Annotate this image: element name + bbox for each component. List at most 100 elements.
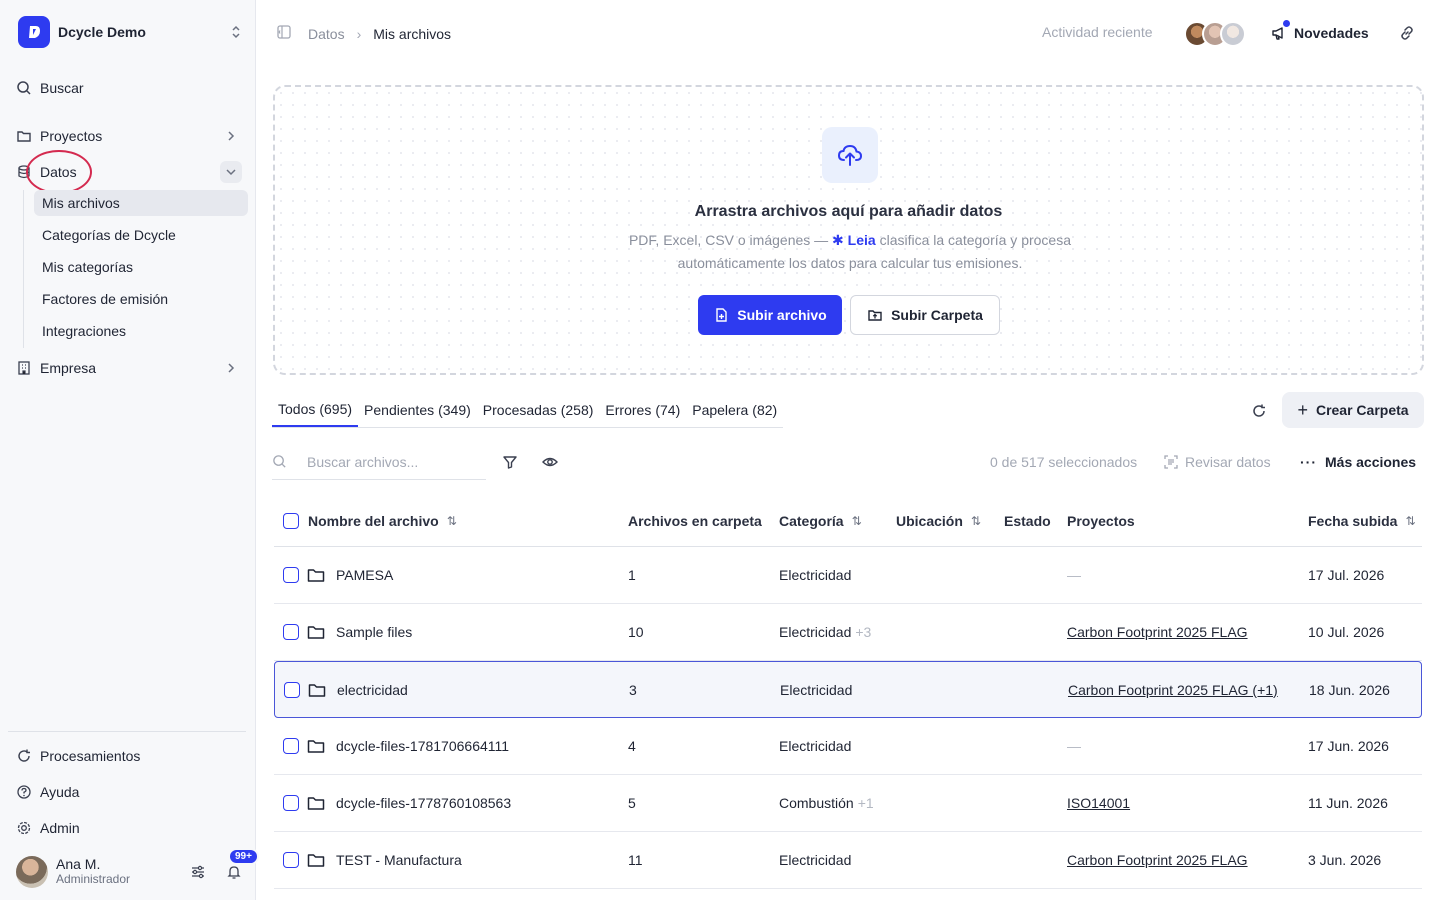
sidebar-item-empresa[interactable]: Empresa <box>14 354 246 382</box>
upload-date: 18 Jun. 2026 <box>1309 681 1390 698</box>
user-role: Administrador <box>56 872 131 886</box>
column-header-category[interactable]: Categoría ⇅ <box>779 496 862 546</box>
chevron-down-icon[interactable] <box>220 161 242 183</box>
file-name[interactable]: electricidad <box>337 662 408 717</box>
news-label: Novedades <box>1294 25 1369 41</box>
leia-sparkle-icon: ✱ <box>832 232 844 248</box>
column-label: Nombre del archivo <box>308 513 439 529</box>
breadcrumb-current: Mis archivos <box>373 25 452 42</box>
sidebar-item-label: Proyectos <box>40 128 103 144</box>
file-name[interactable]: Sample files <box>336 604 412 660</box>
sidebar-item-ayuda[interactable]: Ayuda <box>14 778 246 806</box>
file-name[interactable]: TEST - Manufactura <box>336 832 462 888</box>
chevron-right-icon[interactable] <box>220 357 242 379</box>
row-checkbox[interactable] <box>283 795 299 811</box>
new-indicator-dot <box>1283 20 1290 27</box>
tab-pendientes[interactable]: Pendientes (349) <box>358 392 477 427</box>
row-checkbox[interactable] <box>283 624 299 640</box>
category-cell: Combustión +1 <box>779 775 874 831</box>
chevron-right-icon[interactable] <box>220 125 242 147</box>
sidebar-item-label: Procesamientos <box>40 748 141 764</box>
filter-icon[interactable] <box>499 451 521 473</box>
file-name[interactable]: PAMESA <box>336 547 393 603</box>
upload-file-button[interactable]: Subir archivo <box>698 295 842 335</box>
workspace-switcher[interactable]: Dcycle Demo <box>18 16 246 48</box>
project-link[interactable]: Carbon Footprint 2025 FLAG (+1) <box>1068 662 1278 717</box>
project-link[interactable]: ISO14001 <box>1067 775 1130 831</box>
submenu-item-mis-categorias[interactable]: Mis categorías <box>34 254 248 280</box>
sort-icon: ⇅ <box>446 514 457 528</box>
tab-procesadas[interactable]: Procesadas (258) <box>477 392 600 427</box>
select-all-checkbox[interactable] <box>283 513 299 529</box>
category-label: Electricidad <box>779 738 852 754</box>
eye-icon[interactable] <box>539 451 561 473</box>
sidebar-item-search[interactable]: Buscar <box>14 74 246 102</box>
project-link[interactable]: Carbon Footprint 2025 FLAG <box>1067 604 1248 660</box>
column-header-count: Archivos en carpeta <box>628 513 762 529</box>
column-label: Fecha subida <box>1308 513 1398 529</box>
search-placeholder: Buscar archivos... <box>307 453 419 470</box>
sidebar-item-admin[interactable]: Admin <box>14 814 246 842</box>
file-count: 4 <box>628 738 636 754</box>
dcycle-logo-icon <box>18 16 50 48</box>
tab-todos[interactable]: Todos (695) <box>272 392 359 427</box>
sidebar: Dcycle Demo Buscar Proyectos Datos Mis a… <box>0 0 259 900</box>
search-input[interactable]: Buscar archivos... <box>272 444 486 480</box>
submenu-item-factores[interactable]: Factores de emisión <box>34 286 248 312</box>
sidebar-item-procesamientos[interactable]: Procesamientos <box>14 742 246 770</box>
sidebar-item-proyectos[interactable]: Proyectos <box>14 122 246 150</box>
breadcrumb-datos[interactable]: Datos <box>308 26 345 42</box>
tab-label: Papelera <box>692 401 749 418</box>
upload-folder-button[interactable]: Subir Carpeta <box>850 295 1000 335</box>
create-folder-button[interactable]: + Crear Carpeta <box>1282 392 1424 428</box>
submenu-item-categorias-dcycle[interactable]: Categorías de Dcycle <box>34 222 248 248</box>
submenu-item-integraciones[interactable]: Integraciones <box>34 318 248 344</box>
submenu-item-mis-archivos[interactable]: Mis archivos <box>34 190 248 216</box>
tab-papelera[interactable]: Papelera (82) <box>686 392 783 427</box>
settings-sliders-icon[interactable] <box>186 860 210 884</box>
table-row[interactable]: TEST - Manufactura 11 Electricidad Carbon F… <box>274 832 1422 889</box>
table-body: PAMESA 1 Electricidad — 17 Jul. 2026 Sample f… <box>274 547 1422 889</box>
table-row[interactable]: dcycle-files-1778760108563 5 Combustión +1 I… <box>274 775 1422 832</box>
row-checkbox[interactable] <box>283 567 299 583</box>
column-header-location[interactable]: Ubicación ⇅ <box>896 496 981 546</box>
link-icon[interactable] <box>1396 22 1418 44</box>
upload-date: 3 Jun. 2026 <box>1308 852 1382 868</box>
sidebar-item-label: Empresa <box>40 360 97 376</box>
table-row[interactable]: PAMESA 1 Electricidad — 17 Jul. 2026 <box>274 547 1422 604</box>
sidebar-item-datos[interactable]: Datos <box>14 158 246 186</box>
more-actions-button[interactable]: ··· Más acciones <box>1300 454 1416 470</box>
avatar <box>16 856 48 888</box>
refresh-icon <box>14 746 34 766</box>
tab-errores[interactable]: Errores (74) <box>599 392 686 427</box>
file-name[interactable]: dcycle-files-1781706664111 <box>336 718 509 774</box>
category-cell: Electricidad <box>779 718 851 774</box>
table-row[interactable]: Sample files 10 Electricidad +3 Carbon Footp… <box>274 604 1422 661</box>
bell-icon[interactable]: 99+ <box>222 848 259 884</box>
upload-date: 17 Jun. 2026 <box>1308 738 1389 754</box>
column-header-date[interactable]: Fecha subida ⇅ <box>1308 496 1416 546</box>
project-link[interactable]: Carbon Footprint 2025 FLAG <box>1067 832 1248 888</box>
file-name[interactable]: dcycle-files-1778760108563 <box>336 775 511 831</box>
sidebar-toggle-icon[interactable] <box>276 24 292 43</box>
tab-label: Errores <box>605 401 652 418</box>
recent-activity-link[interactable]: Actividad reciente <box>1042 24 1153 40</box>
refresh-icon[interactable] <box>1248 400 1270 422</box>
news-button[interactable]: Novedades <box>1270 20 1369 42</box>
workspace-name: Dcycle Demo <box>58 24 146 40</box>
button-label: Crear Carpeta <box>1315 402 1409 418</box>
row-checkbox[interactable] <box>283 738 299 754</box>
row-checkbox[interactable] <box>284 681 300 698</box>
collaborator-avatars[interactable] <box>1184 21 1246 47</box>
category-cell: Electricidad <box>779 832 851 888</box>
upload-dropzone[interactable]: Arrastra archivos aquí para añadir datos… <box>273 85 1424 375</box>
tab-count: (74) <box>655 401 681 418</box>
folder-upload-icon <box>868 310 882 321</box>
review-data-button[interactable]: Revisar datos <box>1163 454 1271 470</box>
user-profile[interactable]: Ana M. Administrador 99+ <box>16 848 259 889</box>
table-row[interactable]: dcycle-files-1781706664111 4 Electricidad —… <box>274 718 1422 775</box>
project-empty: — <box>1067 738 1081 754</box>
column-header-name[interactable]: Nombre del archivo ⇅ <box>308 496 457 546</box>
table-row[interactable]: electricidad 3 Electricidad Carbon Footprin… <box>274 661 1422 718</box>
row-checkbox[interactable] <box>283 852 299 868</box>
